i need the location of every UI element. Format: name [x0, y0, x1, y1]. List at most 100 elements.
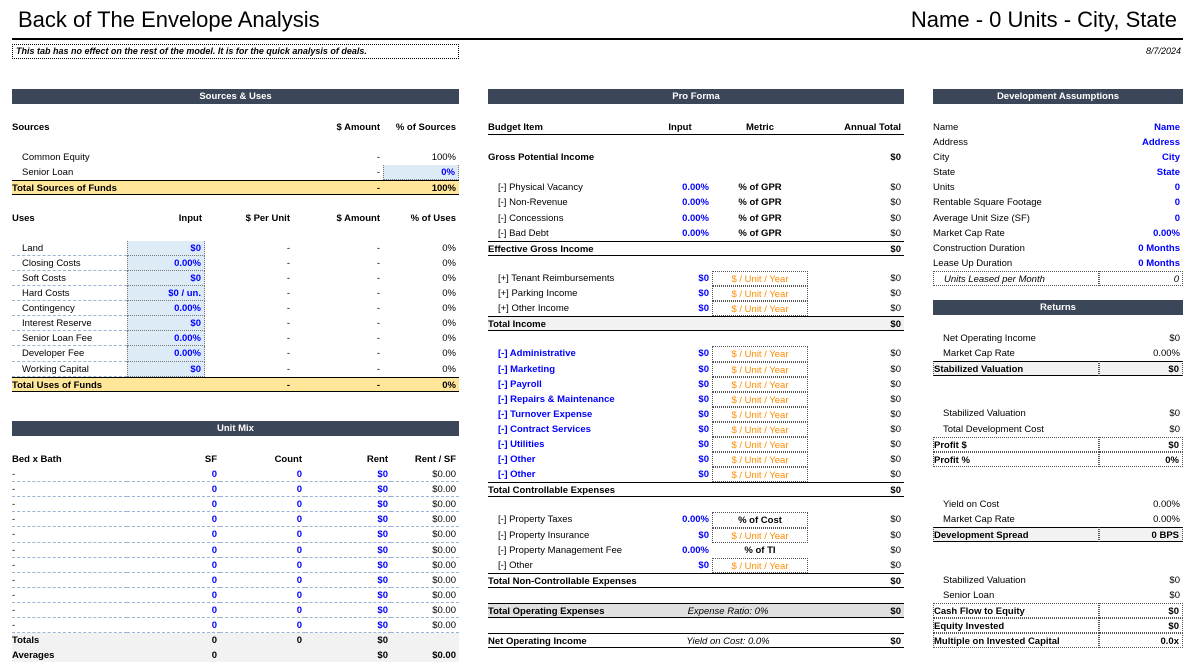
unit-mix-cell[interactable]: 0: [220, 467, 305, 483]
pf-item-input[interactable]: $0: [648, 301, 712, 316]
dev-value[interactable]: 0: [1099, 195, 1183, 210]
dev-value[interactable]: 0 Months: [1099, 241, 1183, 256]
use-per-unit: -: [286, 272, 290, 284]
unit-mix-cell[interactable]: 0: [127, 467, 220, 483]
unit-mix-cell[interactable]: $0: [305, 512, 391, 528]
dev-value[interactable]: Address: [1099, 135, 1183, 150]
unit-mix-cell[interactable]: 0: [220, 497, 305, 513]
use-input[interactable]: $0: [127, 270, 205, 287]
dev-value[interactable]: 0.00%: [1099, 226, 1183, 241]
pf-item-input[interactable]: $0: [648, 452, 712, 467]
pf-item-input[interactable]: $0: [648, 407, 712, 422]
unit-mix-cell[interactable]: $0: [305, 543, 391, 558]
use-pct: 0%: [442, 348, 456, 360]
pf-item-metric[interactable]: $ / Unit / Year: [712, 421, 808, 437]
pf-item-input[interactable]: $0: [648, 271, 712, 286]
use-input[interactable]: $0 / un.: [127, 286, 205, 302]
returns-value: 0.00%: [1153, 499, 1180, 511]
unit-mix-cell[interactable]: 0: [220, 573, 305, 588]
dev-value[interactable]: State: [1099, 165, 1183, 180]
unit-mix-cell[interactable]: $0: [305, 467, 391, 483]
dev-value[interactable]: 0: [1099, 211, 1183, 226]
unit-mix-cell[interactable]: 0: [127, 588, 220, 603]
unit-mix-cell[interactable]: 0: [127, 482, 220, 498]
unit-mix-cell[interactable]: $0: [305, 603, 391, 619]
unit-mix-cell[interactable]: 0: [220, 543, 305, 558]
dev-value[interactable]: 0: [1099, 180, 1183, 195]
pf-item-input[interactable]: $0: [648, 362, 712, 377]
unit-mix-cell[interactable]: $0: [305, 482, 391, 498]
unit-mix-cell[interactable]: 0: [127, 543, 220, 558]
pf-item-metric[interactable]: $ / Unit / Year: [712, 346, 808, 362]
use-input[interactable]: 0.00%: [127, 255, 205, 271]
pf-item-input[interactable]: $0: [648, 467, 712, 482]
unit-mix-cell[interactable]: 0: [220, 482, 305, 498]
unit-mix-cell[interactable]: 0: [127, 512, 220, 528]
pf-item-metric[interactable]: $ / Unit / Year: [712, 361, 808, 377]
pf-item-input[interactable]: 0.00%: [648, 211, 712, 226]
unit-mix-cell[interactable]: 0: [127, 603, 220, 619]
unit-mix-cell[interactable]: 0: [220, 527, 305, 543]
pf-item-input[interactable]: $0: [648, 422, 712, 437]
unit-mix-cell[interactable]: 0: [220, 603, 305, 619]
unit-mix-cell[interactable]: $0: [305, 618, 391, 634]
pf-item-input[interactable]: 0.00%: [648, 512, 712, 527]
pf-item-input[interactable]: 0.00%: [648, 195, 712, 210]
dev-value[interactable]: 0: [1099, 270, 1183, 287]
dev-value[interactable]: Name: [1099, 120, 1183, 135]
returns-total-value: 0 BPS: [1099, 527, 1183, 543]
unit-mix-cell[interactable]: $0: [305, 573, 391, 588]
unit-mix-cell[interactable]: 0: [127, 618, 220, 634]
unit-mix-cell[interactable]: 0: [127, 558, 220, 573]
pf-item-input[interactable]: $0: [648, 286, 712, 301]
unit-mix-cell[interactable]: 0: [127, 527, 220, 543]
source-pct[interactable]: 0%: [383, 165, 459, 181]
pf-item-input[interactable]: $0: [648, 528, 712, 543]
pf-item-input[interactable]: $0: [648, 377, 712, 392]
pf-item-metric[interactable]: $ / Unit / Year: [712, 467, 808, 483]
use-input[interactable]: 0.00%: [127, 331, 205, 347]
unit-mix-average: [220, 648, 305, 662]
use-input[interactable]: $0: [127, 361, 205, 377]
pf-item-input[interactable]: 0.00%: [648, 226, 712, 241]
pf-item-metric[interactable]: $ / Unit / Year: [712, 286, 808, 302]
pf-item-input[interactable]: $0: [648, 437, 712, 452]
unit-mix-cell[interactable]: 0: [220, 558, 305, 573]
pf-item-input[interactable]: $0: [648, 392, 712, 407]
uses-heading: Input: [178, 212, 202, 224]
returns-total-label: Development Spread: [933, 527, 1099, 543]
pf-item-metric[interactable]: $ / Unit / Year: [712, 527, 808, 543]
pf-item-metric[interactable]: $ / Unit / Year: [712, 452, 808, 468]
use-input[interactable]: 0.00%: [127, 301, 205, 317]
pf-item-metric[interactable]: $ / Unit / Year: [712, 301, 808, 317]
use-input[interactable]: 0.00%: [127, 346, 205, 362]
unit-mix-cell[interactable]: $0: [305, 527, 391, 543]
pf-item-label: [-] Other: [498, 559, 533, 571]
unit-mix-cell[interactable]: $0: [305, 588, 391, 603]
unit-mix-cell[interactable]: $0: [305, 497, 391, 513]
unit-mix-cell[interactable]: 0: [127, 573, 220, 588]
unit-mix-cell[interactable]: $0: [305, 558, 391, 573]
pf-item-metric[interactable]: $ / Unit / Year: [712, 376, 808, 392]
unit-mix-cell[interactable]: 0: [220, 588, 305, 603]
use-input[interactable]: $0: [127, 316, 205, 332]
pf-item-metric[interactable]: $ / Unit / Year: [712, 557, 808, 573]
pf-item-input[interactable]: 0.00%: [648, 180, 712, 195]
pf-item-input[interactable]: $0: [648, 346, 712, 361]
pf-item-metric[interactable]: $ / Unit / Year: [712, 406, 808, 422]
dev-value[interactable]: City: [1099, 150, 1183, 165]
pf-item-input[interactable]: 0.00%: [648, 543, 712, 558]
pf-item-total: $0: [890, 212, 901, 224]
dev-value[interactable]: 0 Months: [1099, 256, 1183, 271]
unit-mix-cell[interactable]: 0: [220, 618, 305, 634]
unit-mix-cell[interactable]: 0: [220, 512, 305, 528]
use-pct: 0%: [442, 363, 456, 375]
pf-item-metric[interactable]: $ / Unit / Year: [712, 436, 808, 453]
unit-mix-cell[interactable]: 0: [127, 497, 220, 513]
pf-item-metric[interactable]: $ / Unit / Year: [712, 270, 808, 287]
pf-item-total: $0: [890, 288, 901, 300]
use-input[interactable]: $0: [127, 240, 205, 256]
pf-item-metric[interactable]: $ / Unit / Year: [712, 391, 808, 407]
pf-item-input[interactable]: $0: [648, 558, 712, 573]
blank-cell: [205, 120, 293, 135]
